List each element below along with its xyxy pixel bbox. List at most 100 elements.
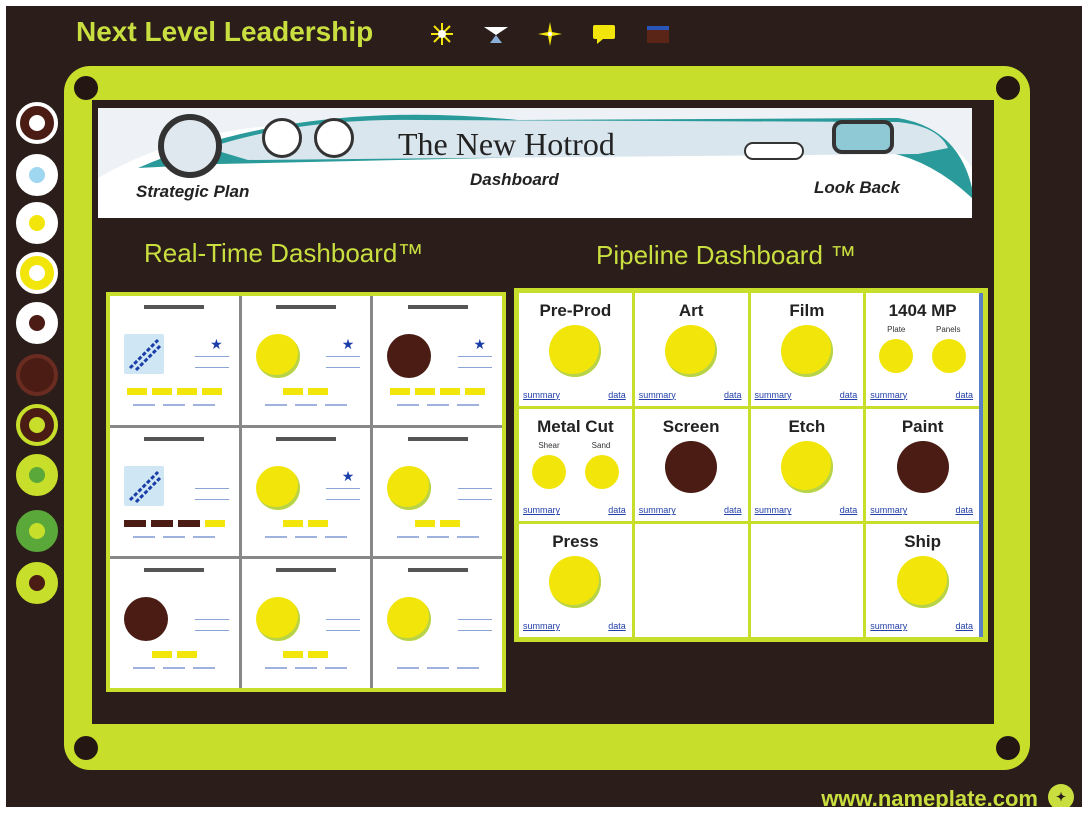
stage-status-indicator[interactable] — [896, 556, 949, 609]
realtime-tile[interactable]: ★ — [241, 296, 371, 425]
tile-footer-links[interactable] — [110, 667, 239, 670]
pipeline-stage[interactable]: Film summary data — [750, 293, 864, 406]
side-nav-button[interactable] — [16, 252, 58, 294]
summary-link[interactable]: summary — [755, 390, 792, 400]
period-tag[interactable] — [440, 519, 461, 527]
side-nav-button[interactable] — [16, 454, 58, 496]
substage-status-indicator[interactable] — [932, 339, 967, 373]
tile-footer-links[interactable] — [110, 535, 239, 538]
badge-icon[interactable]: ✦ — [1048, 784, 1074, 807]
pipeline-stage[interactable]: Metal Cut Shear Sand summary data — [519, 408, 632, 522]
dashboard-link[interactable]: Dashboard — [470, 170, 559, 190]
period-tag[interactable] — [390, 388, 411, 395]
period-tag[interactable] — [126, 388, 147, 395]
data-link[interactable]: data — [724, 390, 742, 400]
summary-link[interactable]: summary — [523, 390, 560, 400]
gauge-icon[interactable] — [314, 118, 354, 158]
summary-link[interactable]: summary — [755, 505, 792, 515]
data-link[interactable]: data — [840, 505, 858, 515]
realtime-tile[interactable] — [110, 559, 239, 688]
tile-footer-links[interactable] — [242, 535, 371, 538]
tile-footer-links[interactable] — [373, 404, 502, 406]
mini-link-lines[interactable] — [194, 356, 229, 368]
side-nav-button[interactable] — [16, 562, 58, 604]
gauge-icon[interactable] — [262, 118, 302, 158]
tile-footer-links[interactable] — [242, 404, 371, 406]
data-link[interactable]: data — [955, 390, 973, 400]
realtime-tile[interactable] — [241, 559, 371, 688]
period-tag[interactable] — [151, 651, 172, 659]
realtime-tile[interactable]: ★ — [110, 296, 239, 425]
stage-status-indicator[interactable] — [780, 325, 833, 377]
period-tag[interactable] — [415, 388, 436, 395]
side-nav-button[interactable] — [16, 510, 58, 552]
realtime-tile[interactable] — [373, 559, 502, 688]
period-tag[interactable] — [283, 388, 304, 395]
summary-link[interactable]: summary — [639, 505, 676, 515]
stage-status-indicator[interactable] — [549, 325, 602, 377]
mini-link-lines[interactable] — [194, 487, 229, 500]
stage-status-indicator[interactable] — [665, 325, 718, 377]
footer-url[interactable]: www.nameplate.com — [821, 786, 1038, 807]
side-nav-button[interactable] — [16, 102, 58, 144]
data-link[interactable]: data — [608, 621, 626, 631]
summary-link[interactable]: summary — [870, 505, 907, 515]
tile-footer-links[interactable] — [373, 535, 502, 538]
mini-link-lines[interactable] — [326, 487, 361, 500]
pipeline-stage[interactable]: 1404 MP Plate Panels summary data — [866, 293, 979, 406]
stage-status-indicator[interactable] — [780, 440, 833, 493]
period-tag[interactable] — [201, 388, 222, 395]
period-tag[interactable] — [151, 388, 172, 395]
look-back-link[interactable]: Look Back — [814, 178, 900, 198]
data-link[interactable]: data — [608, 390, 626, 400]
summary-link[interactable]: summary — [639, 390, 676, 400]
mini-link-lines[interactable] — [458, 487, 492, 500]
data-link[interactable]: data — [724, 505, 742, 515]
realtime-tile[interactable]: ★ — [373, 296, 502, 425]
data-link[interactable]: data — [955, 505, 973, 515]
period-tag[interactable] — [283, 651, 304, 659]
period-tag[interactable] — [176, 388, 197, 395]
period-tag[interactable] — [283, 519, 304, 527]
mini-link-lines[interactable] — [326, 356, 361, 368]
strategic-plan-link[interactable]: Strategic Plan — [136, 182, 249, 202]
pipeline-stage[interactable]: Etch summary data — [750, 408, 864, 522]
substage-status-indicator[interactable] — [879, 339, 914, 373]
side-nav-button[interactable] — [16, 302, 58, 344]
mini-link-lines[interactable] — [326, 619, 361, 632]
period-tag[interactable] — [308, 651, 329, 659]
pipeline-stage[interactable]: Ship summary data — [866, 524, 979, 637]
side-nav-button[interactable] — [16, 404, 58, 446]
period-tag[interactable] — [150, 519, 173, 527]
period-tag[interactable] — [308, 519, 329, 527]
sparkle-icon[interactable] — [534, 20, 566, 48]
summary-link[interactable]: summary — [870, 621, 907, 631]
stage-status-indicator[interactable] — [665, 440, 718, 493]
chat-icon[interactable] — [588, 20, 620, 48]
period-tag[interactable] — [176, 651, 197, 659]
realtime-tile[interactable] — [110, 427, 239, 557]
period-tag[interactable] — [123, 519, 146, 527]
tile-footer-links[interactable] — [242, 667, 371, 670]
side-nav-button[interactable] — [16, 202, 58, 244]
pipeline-stage[interactable]: Art summary data — [634, 293, 748, 406]
stage-status-indicator[interactable] — [549, 556, 602, 609]
period-tag[interactable] — [465, 388, 486, 395]
substage-status-indicator[interactable] — [585, 454, 619, 489]
sun-icon[interactable] — [426, 20, 458, 48]
tile-footer-links[interactable] — [373, 667, 502, 670]
data-link[interactable]: data — [840, 390, 858, 400]
bow-icon[interactable] — [480, 20, 512, 48]
side-nav-button[interactable] — [16, 354, 58, 396]
mini-link-lines[interactable] — [194, 619, 229, 632]
tile-footer-links[interactable] — [110, 404, 239, 406]
summary-link[interactable]: summary — [523, 621, 560, 631]
stage-status-indicator[interactable] — [896, 440, 949, 493]
data-link[interactable]: data — [955, 621, 973, 631]
period-tag[interactable] — [177, 519, 200, 527]
summary-link[interactable]: summary — [523, 505, 560, 515]
data-link[interactable]: data — [608, 505, 626, 515]
realtime-tile[interactable]: ★ — [241, 427, 371, 557]
period-tag[interactable] — [440, 388, 461, 395]
pipeline-stage[interactable]: Paint summary data — [866, 408, 979, 522]
